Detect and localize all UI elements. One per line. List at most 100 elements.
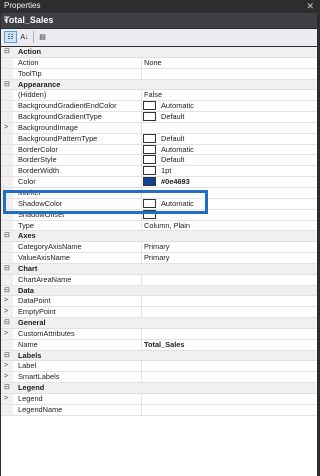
collapse-icon[interactable]: ⊟ <box>4 318 10 328</box>
row-gutter <box>1 90 13 101</box>
column-divider <box>141 372 142 383</box>
column-divider <box>141 404 142 415</box>
color-swatch <box>143 133 156 143</box>
property-name: Name <box>18 339 38 349</box>
close-icon[interactable]: ✕ <box>306 0 314 12</box>
property-value[interactable]: Column, Plain <box>144 221 190 231</box>
property-value[interactable]: Primary <box>144 253 169 263</box>
property-row[interactable]: ChartAreaName <box>1 274 317 286</box>
column-divider <box>141 220 142 231</box>
property-row[interactable]: Action None <box>1 57 317 69</box>
property-row[interactable]: (Hidden) False <box>1 90 317 102</box>
property-value[interactable]: None <box>144 58 162 68</box>
property-row[interactable]: > EmptyPoint <box>1 307 317 319</box>
column-divider <box>141 361 142 372</box>
expand-icon[interactable]: > <box>4 372 8 382</box>
category-row[interactable]: ⊟ General <box>1 318 317 329</box>
expand-icon[interactable]: > <box>4 361 8 371</box>
column-divider <box>141 68 142 79</box>
collapse-icon[interactable]: ⊟ <box>4 47 10 57</box>
category-row[interactable]: ⊟ Appearance <box>1 79 317 91</box>
category-row[interactable]: ⊟ Labels <box>1 350 317 362</box>
column-divider <box>141 296 142 307</box>
expand-icon[interactable]: > <box>4 307 8 317</box>
property-row[interactable]: BorderColor Automatic <box>1 144 317 156</box>
property-name: Legend <box>18 394 43 403</box>
property-row[interactable]: BackgroundPatternType Default <box>1 133 317 145</box>
collapse-icon[interactable]: ⊟ <box>4 264 10 274</box>
category-row[interactable]: ⊟ Legend <box>1 383 317 394</box>
property-value[interactable]: #0e4693 <box>161 177 190 187</box>
collapse-icon[interactable]: ⊟ <box>4 80 10 90</box>
collapse-icon[interactable]: ⊟ <box>4 351 10 361</box>
property-value[interactable]: 1pt <box>161 166 171 176</box>
color-swatch <box>143 177 156 187</box>
category-row[interactable]: ⊟ Data <box>1 285 317 297</box>
sort-alphabetical-icon[interactable]: A↓ <box>18 31 31 43</box>
property-row[interactable]: LegendName <box>1 404 317 416</box>
property-value[interactable]: Default <box>161 134 184 144</box>
property-row[interactable]: ValueAxisName Primary <box>1 253 317 264</box>
color-swatch <box>143 155 156 165</box>
property-row[interactable]: BackgroundGradientType Default <box>1 112 317 123</box>
property-row[interactable]: > Label <box>1 361 317 373</box>
window-title: Properties <box>4 1 41 10</box>
property-pages-icon[interactable]: ▤ <box>36 31 49 43</box>
property-name: Label <box>18 361 37 371</box>
property-name: DataPoint <box>18 296 51 306</box>
property-value[interactable]: Automatic <box>161 101 194 111</box>
category-row[interactable]: ⊟ Axes <box>1 231 317 243</box>
property-name: Action <box>18 57 39 67</box>
property-name: BackgroundGradientEndColor <box>18 101 117 111</box>
column-divider <box>141 166 142 177</box>
chevron-down-icon[interactable]: ▾ <box>4 13 313 28</box>
row-gutter <box>1 339 13 350</box>
property-value[interactable]: False <box>144 90 162 100</box>
expand-icon[interactable]: > <box>4 296 8 306</box>
categorized-view-icon[interactable]: ☷ <box>4 31 17 43</box>
object-selector[interactable]: Total_Sales ▾ <box>1 13 317 28</box>
category-row[interactable]: ⊟ Chart <box>1 263 317 275</box>
property-name: LegendName <box>18 404 63 414</box>
row-gutter <box>1 166 13 177</box>
property-row[interactable]: > SmartLabels <box>1 372 317 384</box>
properties-toolbar: ☷ A↓ ▤ <box>1 29 317 46</box>
column-divider <box>141 307 142 318</box>
property-value[interactable]: Default <box>161 112 184 122</box>
row-gutter <box>1 144 13 155</box>
row-gutter <box>1 112 13 122</box>
property-value[interactable]: Automatic <box>161 145 194 155</box>
property-row[interactable]: ToolTip <box>1 68 317 80</box>
property-row[interactable]: Color #0e4693 <box>1 177 317 188</box>
expand-icon[interactable]: > <box>4 123 8 133</box>
row-gutter <box>1 155 13 166</box>
collapse-icon[interactable]: ⊟ <box>4 286 10 296</box>
collapse-icon[interactable]: ⊟ <box>4 383 10 393</box>
category-row[interactable]: ⊟ Action <box>1 47 317 58</box>
property-row[interactable]: CategoryAxisName Primary <box>1 242 317 254</box>
property-row[interactable]: BackgroundGradientEndColor Automatic <box>1 101 317 113</box>
property-row[interactable]: Type Column, Plain <box>1 220 317 232</box>
category-label: Legend <box>18 383 45 393</box>
color-swatch <box>143 144 156 154</box>
property-row[interactable]: BorderWidth 1pt <box>1 166 317 178</box>
collapse-icon[interactable]: ⊟ <box>4 231 10 241</box>
property-value[interactable]: Default <box>161 155 184 165</box>
property-value[interactable]: Total_Sales <box>144 340 185 350</box>
column-divider <box>141 57 142 68</box>
expand-icon[interactable]: > <box>4 329 8 339</box>
property-row[interactable]: > CustomAttributes <box>1 328 317 340</box>
property-row[interactable]: BorderStyle Default <box>1 155 317 167</box>
property-value[interactable]: Primary <box>144 242 169 252</box>
color-row-highlight <box>3 190 208 214</box>
property-row[interactable]: > Legend <box>1 394 317 405</box>
property-row[interactable]: > DataPoint <box>1 296 317 308</box>
property-row[interactable]: Name Total_Sales <box>1 339 317 351</box>
column-divider <box>141 177 142 187</box>
column-divider <box>141 253 142 263</box>
property-row[interactable]: > BackgroundImage <box>1 122 317 134</box>
expand-icon[interactable]: > <box>4 394 8 404</box>
column-divider <box>141 242 142 253</box>
property-grid: ⊟ Action Action None ToolTip ⊟ Appearance (Hidd… <box>1 47 317 476</box>
row-gutter <box>1 242 13 253</box>
